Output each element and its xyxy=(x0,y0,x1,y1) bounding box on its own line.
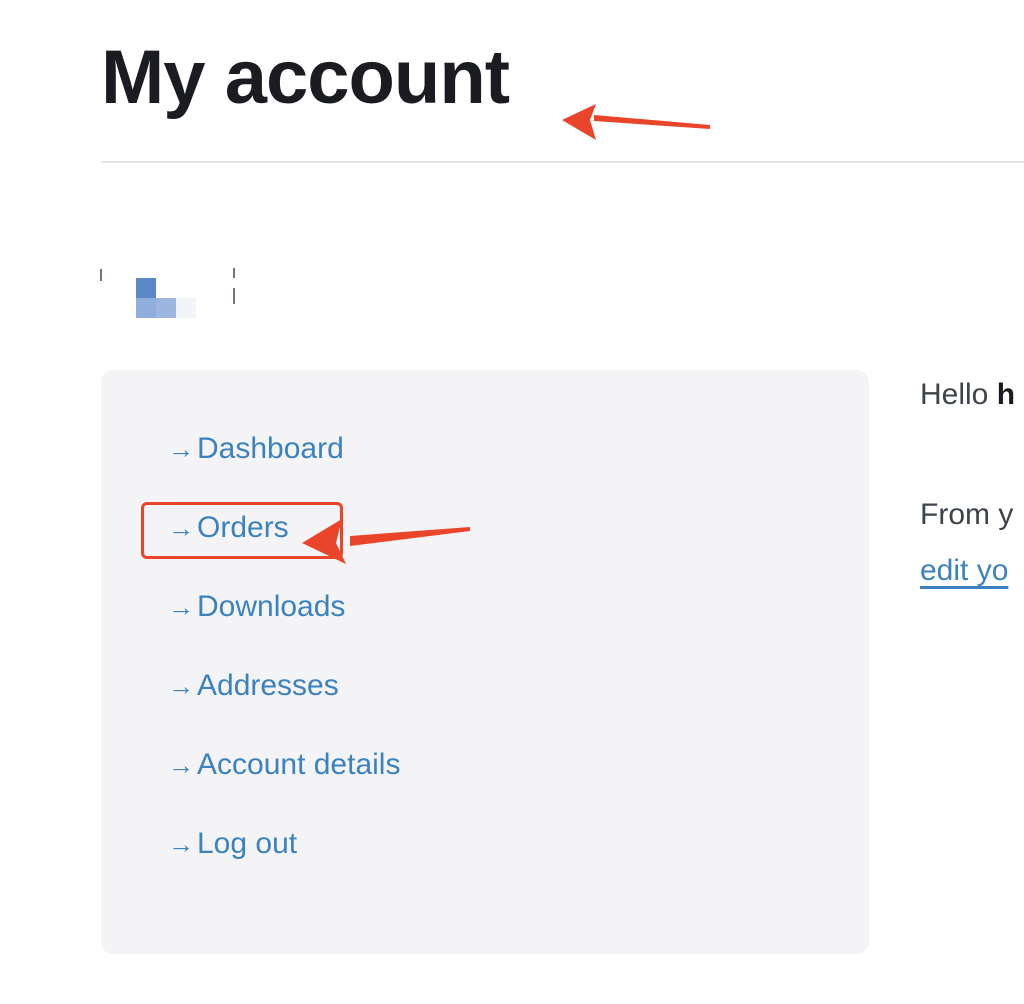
greeting-username: h xyxy=(996,378,1016,411)
avatar xyxy=(100,266,240,322)
arrow-right-icon: → xyxy=(168,592,194,622)
page-title: My account xyxy=(101,35,510,120)
account-nav-list: → Dashboard → Orders → Downloads → Addre… xyxy=(168,428,400,902)
nav-item-dashboard: → Dashboard xyxy=(168,428,400,507)
arrow-right-icon: → xyxy=(168,434,194,464)
title-annotation-arrow-icon xyxy=(562,104,710,140)
nav-item-addresses: → Addresses xyxy=(168,665,400,744)
greeting-prefix: Hello xyxy=(920,378,997,411)
nav-link-log-out[interactable]: → Log out xyxy=(168,823,297,865)
nav-link-addresses[interactable]: → Addresses xyxy=(168,665,339,707)
nav-link-label: Addresses xyxy=(197,669,339,702)
dashboard-content: Hello h From y edit yo xyxy=(920,378,1024,628)
title-divider xyxy=(101,161,1024,163)
intro-text: From y xyxy=(920,498,1014,531)
nav-link-label: Log out xyxy=(197,827,298,860)
arrow-right-icon: → xyxy=(168,750,194,780)
nav-link-downloads[interactable]: → Downloads xyxy=(168,586,345,628)
nav-item-downloads: → Downloads xyxy=(168,586,400,665)
nav-item-account-details: → Account details xyxy=(168,744,400,823)
orders-highlight-box xyxy=(141,502,343,559)
nav-link-dashboard[interactable]: → Dashboard xyxy=(168,428,344,470)
nav-item-log-out: → Log out xyxy=(168,823,400,902)
nav-link-label: Account details xyxy=(197,748,401,781)
arrow-right-icon: → xyxy=(168,671,194,701)
nav-link-account-details[interactable]: → Account details xyxy=(168,744,400,786)
nav-link-label: Dashboard xyxy=(197,432,344,465)
nav-link-label: Downloads xyxy=(197,590,346,623)
edit-account-link[interactable]: edit yo xyxy=(920,554,1008,588)
arrow-right-icon: → xyxy=(168,829,194,859)
my-account-page: My account → Dashboard → Orders → Downlo… xyxy=(0,0,1024,1004)
account-navigation: → Dashboard → Orders → Downloads → Addre… xyxy=(101,370,869,954)
greeting-text: Hello h xyxy=(920,378,1015,412)
